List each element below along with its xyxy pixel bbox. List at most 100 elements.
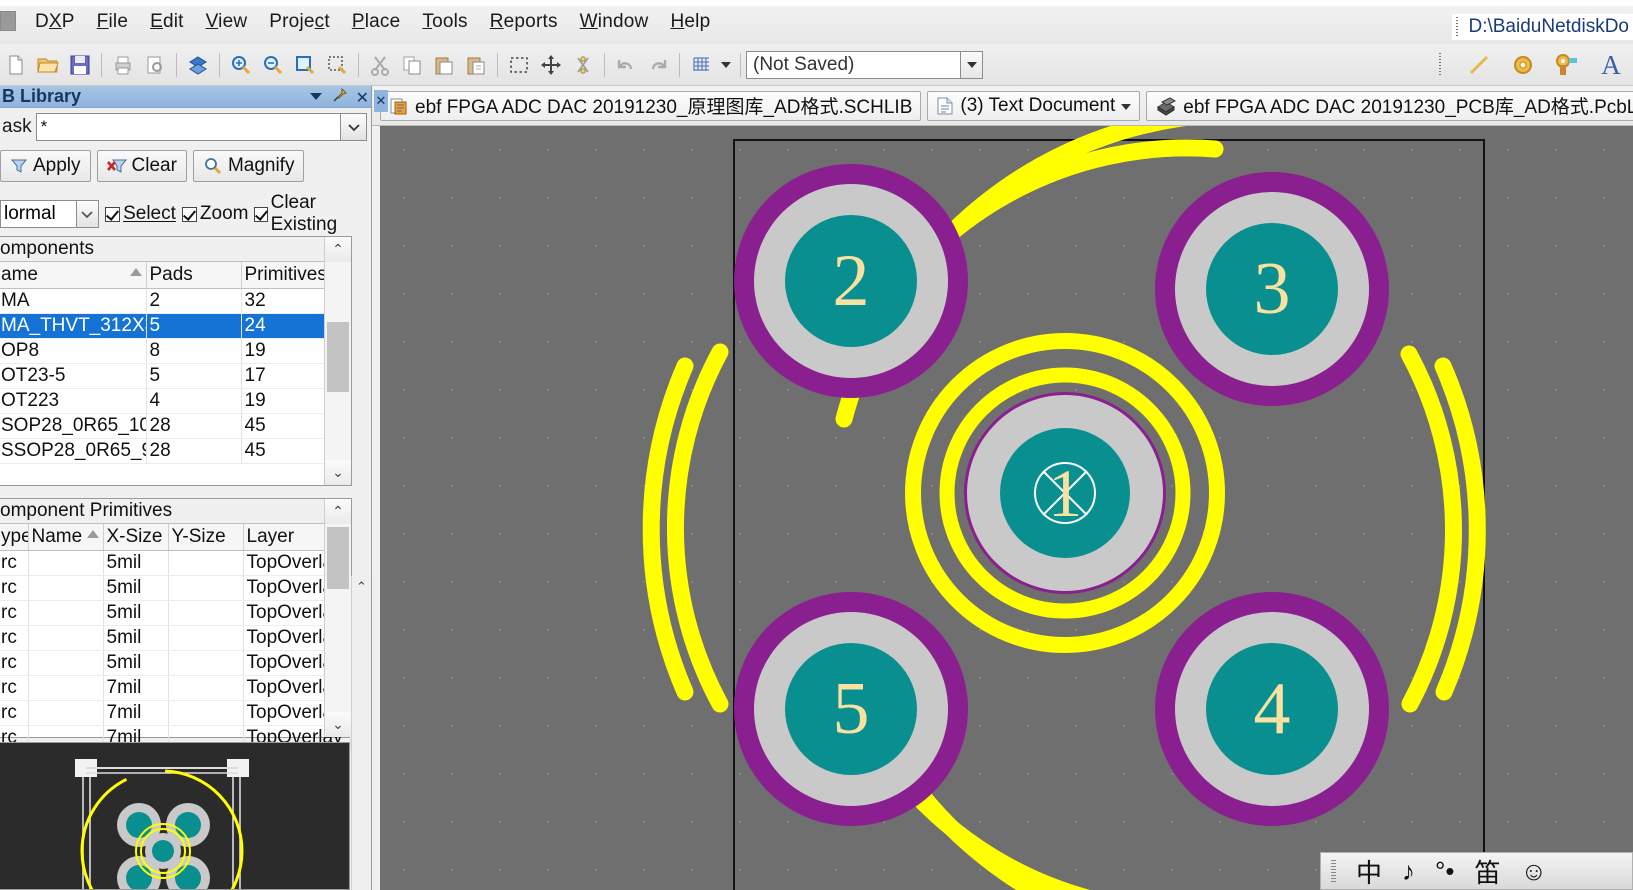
menu-item-tools[interactable]: Tools — [411, 8, 478, 36]
ime-punctuation-icon[interactable]: °• — [1435, 856, 1455, 887]
tab-dropdown-icon[interactable] — [1121, 95, 1132, 117]
table-row[interactable]: rc 5mil TopOverlay — [0, 600, 351, 626]
menu-item-file[interactable]: File — [86, 8, 139, 36]
via-icon[interactable] — [1552, 50, 1582, 80]
undo-icon[interactable] — [611, 50, 641, 80]
ime-toolbar[interactable]: 中 ♪ °• 笛 ☺ — [1320, 852, 1633, 890]
select-mode-dropdown-icon[interactable] — [76, 200, 100, 228]
menu-item-view[interactable]: View — [195, 8, 259, 36]
table-row[interactable]: rc 7mil TopOverlay — [0, 700, 351, 726]
apply-button[interactable]: Apply — [0, 150, 91, 182]
board-layers-icon[interactable] — [183, 50, 213, 80]
table-row[interactable]: rc 7mil TopOverlay — [0, 675, 351, 701]
grid-icon[interactable] — [686, 50, 716, 80]
pad-3[interactable]: 3 — [1155, 172, 1389, 406]
table-row[interactable]: rc 5mil TopOverlay — [0, 650, 351, 676]
column-header-type[interactable]: ype — [0, 524, 29, 551]
panel-outer-scrollbar[interactable]: ⌃ — [351, 576, 371, 890]
column-header-pads[interactable]: Pads — [146, 262, 242, 289]
menu-item-window[interactable]: Window — [569, 8, 660, 36]
checkbox-zoom[interactable]: Zoom — [181, 203, 248, 225]
pin-icon[interactable] — [332, 87, 348, 108]
table-row[interactable]: SOP28_0R65_10R22845 — [0, 413, 351, 439]
column-header-primname[interactable]: Name — [28, 524, 104, 551]
footprint-preview[interactable] — [0, 742, 350, 890]
checkbox-select[interactable]: Select — [105, 203, 176, 225]
table-row[interactable]: OT223 4 19 — [0, 388, 351, 414]
tab-bar-close-icon[interactable]: ✕ — [374, 90, 388, 112]
pad-2[interactable]: 2 — [734, 164, 968, 398]
mask-input[interactable]: * — [35, 113, 341, 141]
table-row[interactable]: SSOP28_0R65_9R72845 — [0, 438, 351, 464]
string-icon[interactable]: A — [1596, 50, 1626, 80]
open-folder-icon[interactable] — [33, 50, 63, 80]
new-document-icon[interactable] — [1, 50, 31, 80]
print-preview-icon[interactable] — [140, 50, 170, 80]
ime-grip-handle[interactable] — [1331, 860, 1336, 882]
select-mode-dropdown[interactable]: lormal — [0, 200, 77, 228]
scroll-up-icon[interactable]: ⌃ — [325, 237, 351, 262]
tab-text-document[interactable]: (3) Text Document — [927, 90, 1141, 121]
pad-1[interactable]: 1 — [964, 392, 1166, 594]
line-icon[interactable] — [1464, 50, 1494, 80]
components-scrollbar[interactable]: ⌃ ⌄ — [324, 237, 351, 485]
redo-icon[interactable] — [643, 50, 673, 80]
move-icon[interactable] — [536, 50, 566, 80]
checkbox-clear-existing[interactable]: Clear Existing — [254, 192, 371, 236]
checkbox-clear-existing-box[interactable] — [254, 206, 268, 222]
ime-language-icon[interactable]: 中 — [1356, 853, 1382, 890]
checkbox-zoom-box[interactable] — [181, 206, 197, 222]
clear-button[interactable]: Clear — [96, 150, 187, 182]
paste-special-icon[interactable] — [461, 50, 491, 80]
pad-icon[interactable] — [1508, 50, 1538, 80]
system-menu-button[interactable] — [0, 11, 16, 31]
toolbar-grip-handle[interactable] — [1456, 17, 1463, 37]
scroll-down-icon[interactable]: ⌄ — [325, 460, 351, 485]
scroll-up-icon[interactable]: ⌃ — [325, 499, 351, 524]
table-row[interactable]: rc 5mil TopOverlay — [0, 550, 351, 576]
placement-toolbar-grip[interactable] — [1439, 53, 1445, 77]
menu-item-edit[interactable]: Edit — [139, 8, 195, 36]
primitives-scroll-thumb[interactable] — [327, 527, 349, 589]
zoom-area-icon[interactable] — [290, 50, 320, 80]
grid-value-dropdown-icon[interactable] — [961, 50, 983, 79]
menu-item-project[interactable]: Project — [258, 8, 341, 36]
menu-item-dxp[interactable]: DXP — [24, 8, 86, 36]
column-header-name[interactable]: ame — [0, 262, 147, 289]
close-icon[interactable]: ✕ — [356, 88, 369, 108]
ime-input-method-icon[interactable]: 笛 — [1475, 853, 1501, 890]
ime-emoji-icon[interactable]: ☺ — [1521, 856, 1548, 887]
zoom-selected-icon[interactable] — [322, 50, 352, 80]
grid-value-field[interactable]: (Not Saved) — [746, 50, 961, 79]
chevron-down-icon[interactable] — [308, 89, 324, 107]
zoom-out-icon[interactable] — [258, 50, 288, 80]
magnify-button[interactable]: Magnify — [192, 150, 305, 182]
grid-dropdown-icon[interactable] — [718, 50, 734, 80]
paste-icon[interactable] — [429, 50, 459, 80]
table-row[interactable]: OT23-5 5 17 — [0, 363, 351, 389]
scroll-down-icon[interactable]: ⌄ — [325, 712, 351, 737]
tab-pcblib[interactable]: ebf FPGA ADC DAC 20191230_PCB库_AD格式.PcbL… — [1146, 90, 1633, 121]
table-row[interactable]: rc 5mil TopOverlay — [0, 575, 351, 601]
table-row[interactable]: OP8 8 19 — [0, 338, 351, 364]
tab-schlib[interactable]: ebf FPGA ADC DAC 20191230_原理图库_AD格式.SCHL… — [380, 90, 922, 121]
cut-icon[interactable] — [365, 50, 395, 80]
menu-item-place[interactable]: Place — [341, 8, 412, 36]
deselect-all-icon[interactable] — [568, 50, 598, 80]
menu-item-reports[interactable]: Reports — [479, 8, 569, 36]
ime-mode-icon[interactable]: ♪ — [1402, 856, 1415, 887]
pad-4[interactable]: 4 — [1155, 592, 1389, 826]
document-path-field[interactable]: D:\BaiduNetdiskDo — [1452, 14, 1633, 40]
select-area-icon[interactable] — [504, 50, 534, 80]
column-header-ysize[interactable]: Y-Size — [168, 524, 244, 551]
zoom-in-icon[interactable] — [226, 50, 256, 80]
print-icon[interactable] — [108, 50, 138, 80]
menu-item-help[interactable]: Help — [659, 8, 721, 36]
panel-scroll-up-icon[interactable]: ⌃ — [352, 576, 371, 598]
pcb-canvas[interactable]: 2 3 5 4 1 — [380, 126, 1633, 890]
copy-icon[interactable] — [397, 50, 427, 80]
primitives-scrollbar[interactable]: ⌃ ⌄ — [324, 499, 351, 737]
pad-5[interactable]: 5 — [734, 592, 968, 826]
checkbox-select-box[interactable] — [105, 206, 121, 222]
table-row[interactable]: MA_THVT_312X31:524 — [0, 313, 351, 339]
